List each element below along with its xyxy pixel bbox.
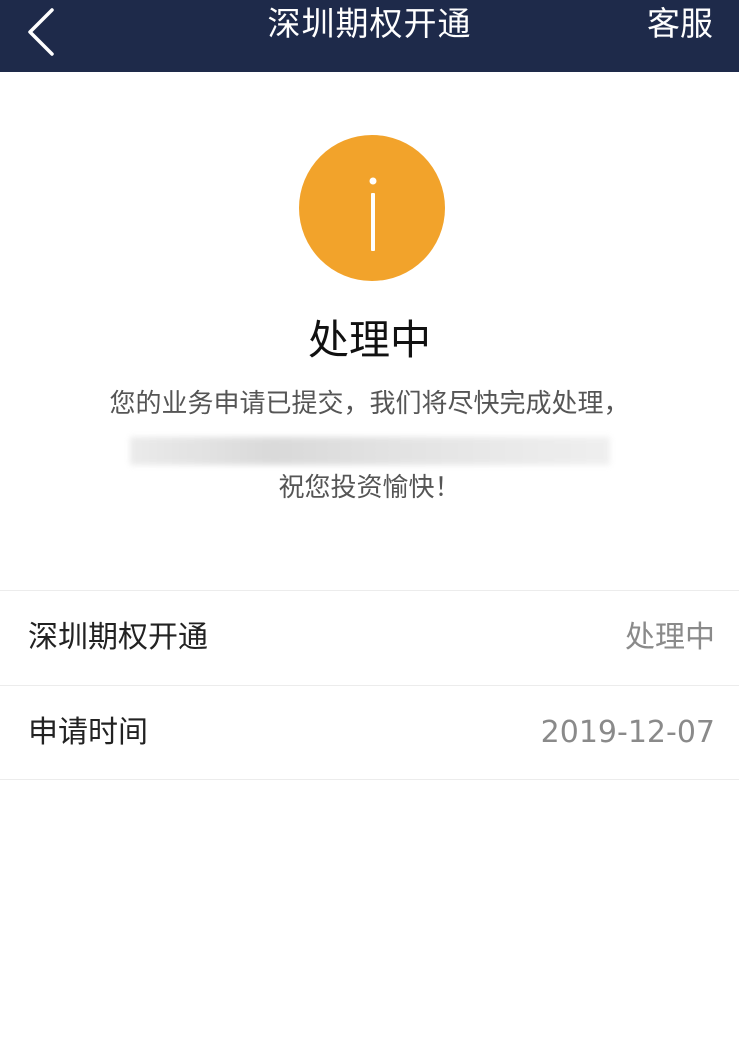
- detail-value: 处理中: [625, 620, 715, 655]
- top-navigation-bar: 深圳期权开通 客服: [0, 0, 739, 72]
- detail-value: 2019-12-07: [540, 715, 715, 750]
- divider: [0, 779, 739, 780]
- divider: [0, 590, 739, 591]
- status-message-line-3: 祝您投资愉快！: [278, 473, 461, 503]
- customer-service-button[interactable]: 客服: [647, 0, 713, 48]
- detail-row-apply-time: 申请时间 2019-12-07: [0, 687, 739, 779]
- info-icon: [299, 135, 445, 281]
- page-title: 深圳期权开通: [267, 4, 472, 43]
- divider: [0, 685, 739, 686]
- detail-label: 深圳期权开通: [28, 620, 208, 655]
- status-title: 处理中: [308, 316, 431, 364]
- status-message-line-1: 您的业务申请已提交，我们将尽快完成处理，: [109, 389, 630, 419]
- redacted-message-line: [130, 437, 610, 465]
- page: 深圳期权开通 客服 处理中 您的业务申请已提交，我们将尽快完成处理， 祝您投资愉…: [0, 0, 739, 1046]
- detail-row-business: 深圳期权开通 处理中: [0, 592, 739, 684]
- detail-label: 申请时间: [28, 715, 148, 750]
